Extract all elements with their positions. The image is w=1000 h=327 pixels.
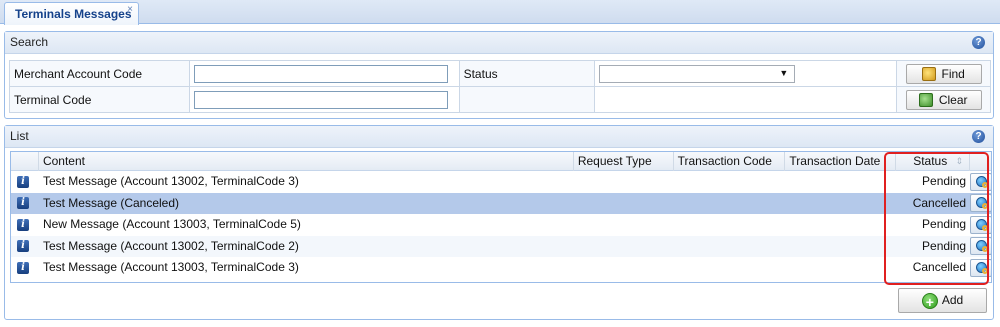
row-status: Pending	[922, 217, 967, 231]
list-panel: List ? Content Request Type Transaction …	[4, 125, 994, 320]
row-info-cell: i	[11, 193, 39, 215]
search-form: Merchant Account Code Status ▼ Find Term…	[9, 60, 991, 113]
row-content: Test Message (Account 13002, TerminalCod…	[42, 238, 299, 253]
row-request-type	[574, 257, 674, 279]
tab-strip: Terminals Messages ×	[0, 0, 1000, 25]
clear-icon	[919, 92, 934, 107]
tab-terminals-messages[interactable]: Terminals Messages ×	[4, 2, 139, 25]
row-info-cell: i	[11, 236, 39, 258]
table-row[interactable]: i Test Message (Account 13003, TerminalC…	[11, 257, 992, 279]
clear-button-label: Clear	[938, 92, 968, 107]
row-transaction-date	[785, 193, 896, 215]
clear-cell: Clear	[896, 86, 991, 113]
row-transaction-date	[785, 214, 896, 236]
row-status: Cancelled	[912, 195, 967, 210]
row-content: Test Message (Account 13002, TerminalCod…	[42, 174, 299, 188]
row-action-cell	[970, 236, 992, 258]
row-status: Pending	[922, 238, 967, 253]
header-content[interactable]: Content	[39, 152, 574, 171]
search-panel-header: Search ?	[5, 32, 993, 54]
help-icon[interactable]: ?	[972, 36, 985, 49]
row-status: Pending	[922, 174, 967, 188]
row-transaction-code	[674, 171, 786, 193]
view-details-icon[interactable]	[970, 237, 992, 256]
row-request-type	[574, 236, 674, 258]
chevron-down-icon[interactable]: ▼	[779, 68, 788, 78]
row-transaction-code	[674, 193, 786, 215]
terminal-code-input[interactable]	[193, 90, 448, 109]
info-icon: i	[17, 240, 29, 253]
header-status-label: Status	[913, 154, 948, 168]
view-details-icon[interactable]	[970, 215, 992, 234]
header-icon-column	[11, 152, 39, 171]
row-transaction-code	[674, 257, 786, 279]
info-icon: i	[17, 197, 29, 210]
row-action-cell	[970, 193, 992, 215]
info-icon: i	[17, 261, 29, 274]
find-button[interactable]: Find	[905, 63, 982, 84]
header-request-type[interactable]: Request Type	[574, 152, 674, 171]
row-info-cell: i	[11, 257, 39, 279]
row-status: Cancelled	[912, 260, 967, 274]
header-action-column	[970, 152, 991, 171]
find-button-label: Find	[941, 66, 965, 81]
help-icon[interactable]: ?	[972, 130, 985, 143]
tab-close-icon[interactable]: ×	[127, 4, 133, 15]
merchant-account-code-cell	[188, 60, 460, 87]
find-icon	[922, 66, 937, 81]
header-transaction-code[interactable]: Transaction Code	[674, 152, 786, 171]
row-content: Test Message (Account 13003, TerminalCod…	[42, 260, 299, 274]
find-cell: Find	[896, 60, 991, 87]
add-button[interactable]: + Add	[898, 288, 987, 313]
row-request-type	[574, 193, 674, 215]
grid-header: Content Request Type Transaction Code Tr…	[11, 152, 991, 171]
row-transaction-date	[785, 257, 896, 279]
row-content: New Message (Account 13003, TerminalCode…	[42, 217, 301, 231]
row-transaction-code	[674, 236, 786, 258]
messages-grid: Content Request Type Transaction Code Tr…	[10, 151, 992, 283]
row-transaction-date	[785, 171, 896, 193]
row-action-cell	[970, 257, 992, 279]
grid-body: i Test Message (Account 13002, TerminalC…	[11, 171, 992, 279]
view-details-icon[interactable]	[970, 194, 992, 213]
info-icon: i	[17, 175, 29, 188]
status-label: Status	[458, 60, 596, 87]
merchant-account-code-input[interactable]	[193, 64, 448, 83]
row-action-cell	[970, 171, 992, 193]
tab-label: Terminals Messages	[15, 7, 132, 21]
status-select[interactable]: ▼	[599, 64, 796, 83]
row-content: Test Message (Canceled)	[42, 195, 180, 210]
row-info-cell: i	[11, 214, 39, 236]
row-action-cell	[970, 214, 992, 236]
row-info-cell: i	[11, 171, 39, 193]
table-row[interactable]: i New Message (Account 13003, TerminalCo…	[11, 214, 992, 236]
row-request-type	[574, 214, 674, 236]
view-details-icon[interactable]	[970, 172, 992, 191]
add-icon: +	[921, 293, 938, 310]
info-icon: i	[17, 218, 29, 231]
header-transaction-date[interactable]: Transaction Date	[785, 152, 897, 171]
empty-value-cell	[594, 86, 898, 113]
row-request-type	[574, 171, 674, 193]
terminal-code-cell	[188, 86, 460, 113]
row-transaction-date	[785, 236, 896, 258]
table-row[interactable]: i Test Message (Account 13002, TerminalC…	[11, 235, 992, 258]
clear-button[interactable]: Clear	[905, 89, 982, 110]
view-details-icon[interactable]	[970, 258, 992, 277]
row-transaction-code	[674, 214, 786, 236]
status-cell: ▼	[594, 60, 898, 87]
table-row[interactable]: i Test Message (Account 13002, TerminalC…	[11, 171, 992, 193]
merchant-account-code-label: Merchant Account Code	[9, 60, 190, 87]
list-panel-header: List ?	[5, 126, 993, 148]
header-status[interactable]: Status ⇕	[896, 152, 971, 171]
add-button-label: Add	[941, 293, 964, 307]
search-panel-title: Search	[10, 35, 49, 49]
list-panel-title: List	[10, 129, 29, 143]
empty-label-cell	[458, 86, 596, 113]
terminal-code-label: Terminal Code	[9, 86, 190, 113]
table-row[interactable]: i Test Message (Canceled) Cancelled	[11, 192, 992, 215]
sort-icon: ⇕	[955, 156, 964, 166]
